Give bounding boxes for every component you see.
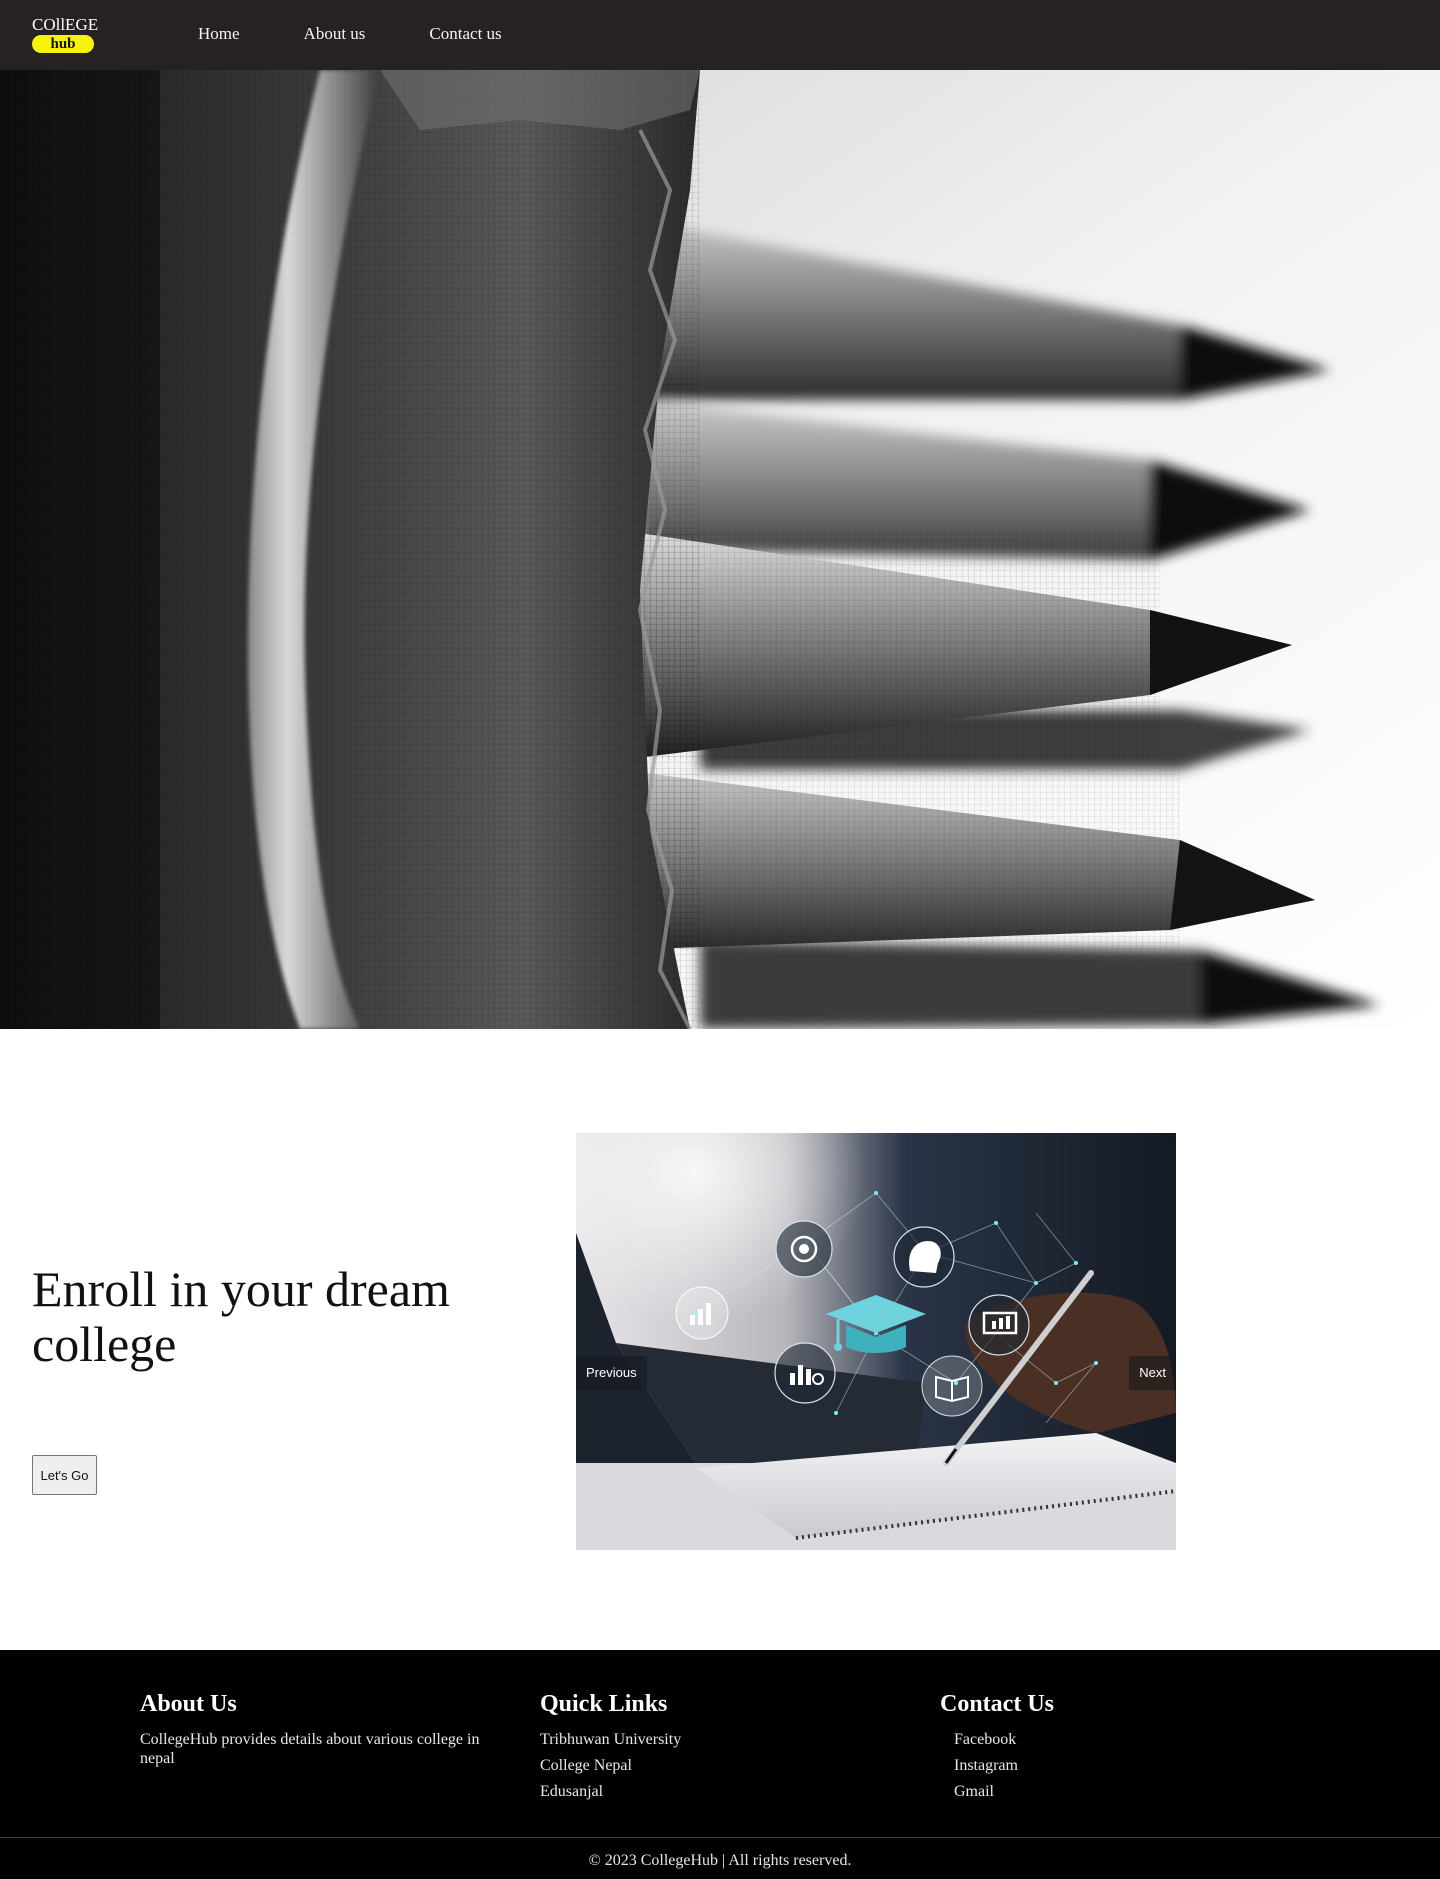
link-instagram[interactable]: Instagram [954, 1757, 1018, 1774]
footer-contact: Contact Us Facebook Instagram Gmail [940, 1690, 1300, 1808]
logo-text-college: COllEGE [32, 15, 99, 34]
brain-gear-icon [893, 1226, 955, 1288]
bar-chart-icon [675, 1286, 729, 1340]
list-item: Tribhuwan University [540, 1730, 900, 1749]
list-item: Instagram [940, 1756, 1300, 1775]
book-icon [921, 1355, 983, 1417]
link-edusanjal[interactable]: Edusanjal [540, 1783, 603, 1800]
list-item: Facebook [940, 1730, 1300, 1749]
logo-text-hub: hub [32, 35, 94, 53]
footer-about: About Us CollegeHub provides details abo… [140, 1690, 500, 1768]
nav-home[interactable]: Home [198, 24, 240, 44]
quick-links-list: Tribhuwan University College Nepal Edusa… [540, 1730, 900, 1801]
link-gmail[interactable]: Gmail [954, 1783, 994, 1800]
presentation-icon [968, 1294, 1030, 1356]
nav-about-us[interactable]: About us [304, 24, 366, 44]
list-item: Gmail [940, 1782, 1300, 1801]
footer-quick-links: Quick Links Tribhuwan University College… [540, 1690, 900, 1808]
analytics-icon [774, 1342, 836, 1404]
carousel-slide-image [576, 1133, 1176, 1550]
link-tribhuwan-university[interactable]: Tribhuwan University [540, 1731, 681, 1748]
enroll-section: Enroll in your dream college Let's Go Pr… [0, 1029, 1440, 1650]
carousel-next-button[interactable]: Next [1129, 1356, 1176, 1390]
hero-image-pencils [0, 70, 1440, 1029]
nav-links: Home About us Contact us [198, 24, 566, 44]
copyright-text: © 2023 CollegeHub | All rights reserved. [588, 1852, 852, 1869]
list-item: Edusanjal [540, 1782, 900, 1801]
link-facebook[interactable]: Facebook [954, 1731, 1016, 1748]
footer-about-heading: About Us [140, 1691, 237, 1717]
navbar: COllEGE hub Home About us Contact us [0, 0, 1440, 70]
link-college-nepal[interactable]: College Nepal [540, 1757, 632, 1774]
list-item: College Nepal [540, 1756, 900, 1775]
contact-list: Facebook Instagram Gmail [940, 1730, 1300, 1801]
lets-go-button[interactable]: Let's Go [32, 1455, 97, 1495]
footer: About Us CollegeHub provides details abo… [0, 1650, 1440, 1879]
carousel: Previous Next [576, 1133, 1176, 1550]
carousel-previous-button[interactable]: Previous [576, 1356, 647, 1390]
footer-about-text: CollegeHub provides details about variou… [140, 1731, 480, 1767]
logo[interactable]: COllEGE hub [32, 15, 99, 56]
nav-contact-us[interactable]: Contact us [429, 24, 501, 44]
footer-quick-links-heading: Quick Links [540, 1691, 668, 1717]
footer-divider [0, 1837, 1440, 1838]
footer-contact-heading: Contact Us [940, 1691, 1054, 1717]
enroll-heading: Enroll in your dream college [32, 1261, 450, 1372]
target-icon [775, 1220, 833, 1278]
